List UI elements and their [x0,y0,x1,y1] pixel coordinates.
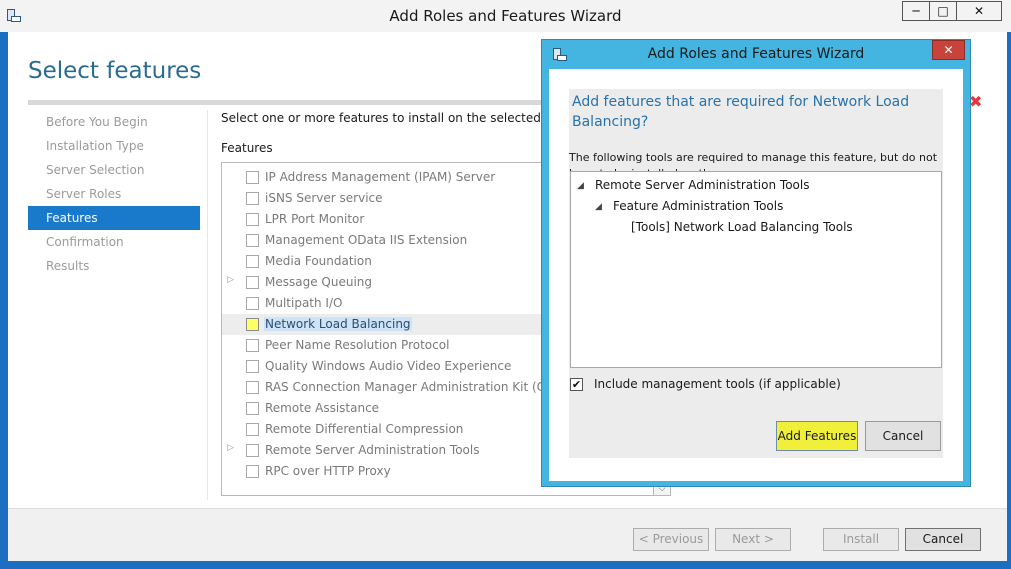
feature-checkbox[interactable] [246,423,259,436]
feature-label[interactable]: LPR Port Monitor [265,212,364,226]
nav-item[interactable]: Results [28,254,200,278]
feature-checkbox[interactable] [246,255,259,268]
close-window-button[interactable]: ✕ [956,1,1002,21]
feature-label[interactable]: Management OData IIS Extension [265,233,467,247]
window-title: Add Roles and Features Wizard [389,7,622,25]
tree-item: Remote Server Administration Tools [595,178,810,192]
nav-item[interactable]: Server Selection [28,158,200,182]
feature-checkbox[interactable] [246,171,259,184]
instruction-text: Select one or more features to install o… [221,111,586,125]
include-tools-label[interactable]: Include management tools (if applicable) [594,377,841,391]
nav-item[interactable]: Before You Begin [28,110,200,134]
install-button[interactable]: Install [823,528,899,551]
error-x-icon: ✖ [969,92,983,111]
feature-label[interactable]: Media Foundation [265,254,372,268]
feature-label[interactable]: Multipath I/O [265,296,342,310]
nav-item[interactable]: Server Roles [28,182,200,206]
feature-checkbox[interactable] [246,192,259,205]
feature-label[interactable]: Remote Server Administration Tools [265,443,479,457]
title-divider [28,100,542,105]
feature-checkbox[interactable] [246,381,259,394]
dialog-title: Add Roles and Features Wizard [647,46,865,62]
next-button[interactable]: Next > [715,528,791,551]
feature-label[interactable]: Remote Differential Compression [265,422,463,436]
minimize-button[interactable]: ─ [902,1,930,21]
feature-label[interactable]: Message Queuing [265,275,372,289]
tree-expanded-arrow-icon[interactable]: ◢ [577,181,584,191]
feature-checkbox[interactable] [246,339,259,352]
dialog-close-button[interactable]: ✕ [932,40,965,60]
feature-checkbox[interactable] [246,297,259,310]
nav-item[interactable]: Features [28,206,200,230]
feature-checkbox[interactable] [246,318,259,331]
add-features-dialog: Add Roles and Features Wizard ✕ Add feat… [541,39,971,487]
required-tools-tree: ◢ Remote Server Administration Tools ◢ Feat… [570,171,942,368]
feature-checkbox[interactable] [246,444,259,457]
dialog-panel: Add features that are required for Netwo… [569,89,943,458]
feature-label[interactable]: Peer Name Resolution Protocol [265,338,449,352]
dialog-body: Add features that are required for Netwo… [549,69,963,481]
tree-item: [Tools] Network Load Balancing Tools [631,220,853,234]
nav-item[interactable]: Confirmation [28,230,200,254]
feature-label[interactable]: Network Load Balancing [264,317,412,331]
include-tools-checkbox[interactable]: ✔ [570,378,583,391]
dialog-titlebar: Add Roles and Features Wizard ✕ [542,40,970,68]
feature-label[interactable]: Remote Assistance [265,401,379,415]
wizard-button-bar: < Previous Next > Install Cancel [8,508,1007,561]
checkmark-icon: ✔ [571,378,582,391]
main-titlebar: Add Roles and Features Wizard ─ □ ✕ [0,0,1011,32]
features-label: Features [221,141,273,155]
dialog-cancel-button[interactable]: Cancel [865,421,941,451]
feature-checkbox[interactable] [246,276,259,289]
feature-label[interactable]: RPC over HTTP Proxy [265,464,391,478]
feature-checkbox[interactable] [246,213,259,226]
feature-label[interactable]: Quality Windows Audio Video Experience [265,359,511,373]
expand-arrow-icon[interactable]: ▷ [227,275,237,289]
cancel-button[interactable]: Cancel [905,528,981,551]
dialog-heading: Add features that are required for Netwo… [572,94,910,130]
maximize-button[interactable]: □ [929,1,957,21]
feature-checkbox[interactable] [246,360,259,373]
add-features-button[interactable]: Add Features [776,421,858,451]
tree-expanded-arrow-icon[interactable]: ◢ [595,202,602,212]
feature-label[interactable]: iSNS Server service [265,191,383,205]
nav-divider [207,110,208,500]
page-title: Select features [28,58,202,84]
feature-checkbox[interactable] [246,465,259,478]
feature-checkbox[interactable] [246,234,259,247]
feature-label[interactable]: IP Address Management (IPAM) Server [265,170,495,184]
expand-arrow-icon[interactable]: ▷ [227,443,237,457]
feature-label[interactable]: RAS Connection Manager Administration Ki… [265,380,576,394]
previous-button[interactable]: < Previous [633,528,709,551]
nav-item[interactable]: Installation Type [28,134,200,158]
feature-checkbox[interactable] [246,402,259,415]
tree-item: Feature Administration Tools [613,199,784,213]
wizard-nav: Before You Begin Installation Type Server … [28,110,200,278]
